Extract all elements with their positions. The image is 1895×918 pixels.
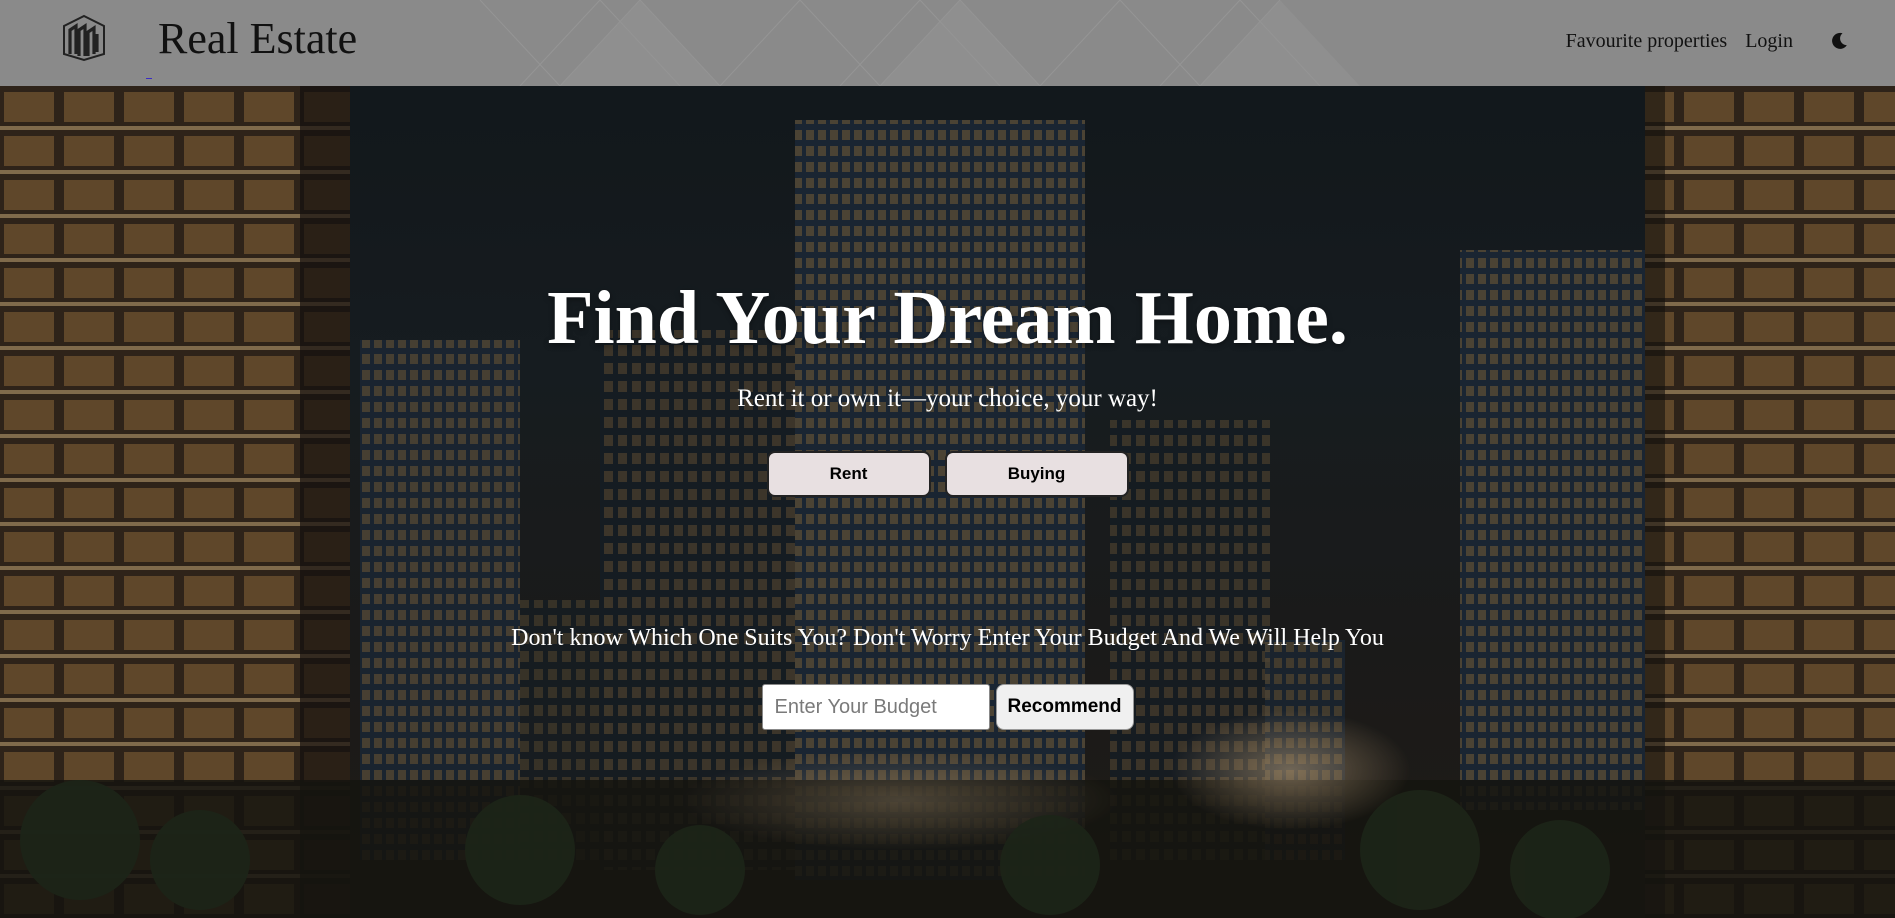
theme-toggle-button[interactable] xyxy=(1827,29,1851,53)
brand-link-underline xyxy=(146,78,152,79)
logo-icon[interactable] xyxy=(60,14,108,62)
nav-links: Favourite properties Login xyxy=(1566,0,1895,82)
budget-form: Recommend xyxy=(0,684,1895,730)
recommend-button[interactable]: Recommend xyxy=(995,684,1134,730)
budget-help-text: Don't know Which One Suits You? Don't Wo… xyxy=(511,625,1384,651)
budget-input[interactable] xyxy=(761,684,990,730)
buying-button[interactable]: Buying xyxy=(944,451,1129,497)
nav-link-login[interactable]: Login xyxy=(1745,30,1793,53)
hero-title: Find Your Dream Home. xyxy=(547,276,1348,360)
brand-title[interactable]: Real Estate xyxy=(158,12,357,66)
rent-button[interactable]: Rent xyxy=(766,451,931,497)
navbar: Real Estate Favourite properties Login xyxy=(0,0,1895,86)
hero-subtitle: Rent it or own it—your choice, your way! xyxy=(737,385,1158,412)
hero-buttons: Rent Buying xyxy=(0,451,1895,497)
nav-link-favourite-properties[interactable]: Favourite properties xyxy=(1566,30,1728,53)
moon-icon xyxy=(1832,32,1847,49)
